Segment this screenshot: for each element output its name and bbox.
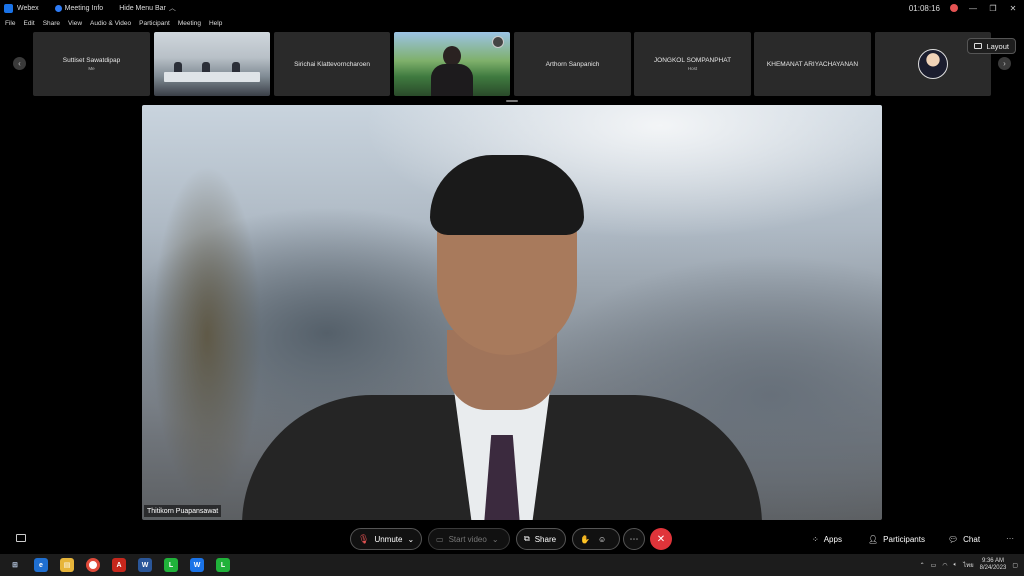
participants-button[interactable]: 👤︎ Participants bbox=[868, 528, 925, 550]
mic-muted-icon: 🎙︎ bbox=[358, 533, 370, 544]
clock-time: 9:36 AM bbox=[981, 558, 1004, 564]
network-icon[interactable]: ▭ bbox=[931, 562, 937, 569]
participant-tile[interactable]: Arthorn Sanpanich bbox=[514, 32, 631, 96]
participant-tile[interactable]: JONGKOL SOMPANPHAT Host bbox=[634, 32, 751, 96]
notification-icon[interactable]: ▢ bbox=[1012, 562, 1018, 569]
meeting-controls: 🎙︎ Unmute ⌄ ▭ Start video ⌄ ⧉ Share ✋ ☺ … bbox=[0, 526, 1024, 554]
webex-logo-icon bbox=[4, 3, 13, 13]
clock[interactable]: 9:36 AM 8/24/2023 bbox=[980, 558, 1007, 572]
participant-tile[interactable]: KHEMANAT ARIYACHAYANAN bbox=[754, 32, 871, 96]
layout-label: Layout bbox=[986, 41, 1009, 51]
raise-hand-icon[interactable]: ✋ bbox=[580, 535, 590, 544]
title-bar: Webex Meeting Info Hide Menu Bar ︿ 01:08… bbox=[0, 0, 1024, 16]
participant-name: KHEMANAT ARIYACHAYANAN bbox=[766, 60, 859, 68]
start-video-label: Start video bbox=[448, 534, 487, 544]
info-icon bbox=[54, 4, 62, 12]
menu-edit[interactable]: Edit bbox=[23, 20, 34, 27]
panel-options-icon[interactable]: ⋯ bbox=[1006, 534, 1014, 543]
participant-video-tile[interactable] bbox=[154, 32, 270, 96]
menu-meeting[interactable]: Meeting bbox=[178, 20, 201, 27]
strip-prev-button[interactable]: ‹ bbox=[13, 57, 26, 70]
webex-taskbar-icon[interactable]: W bbox=[190, 558, 204, 572]
video-person bbox=[427, 46, 477, 96]
hide-menu-bar-button[interactable]: Hide Menu Bar ︿ bbox=[119, 3, 176, 13]
meeting-info-label: Meeting Info bbox=[64, 4, 104, 12]
chevron-up-icon[interactable]: ⌃ bbox=[920, 562, 925, 569]
participant-name: JONGKOL SOMPANPHAT bbox=[653, 57, 732, 64]
chat-button[interactable]: 💬︎ Chat bbox=[948, 528, 980, 550]
avatar bbox=[918, 49, 948, 79]
speaker-figure bbox=[222, 145, 782, 520]
start-video-button[interactable]: ▭ Start video ⌄ bbox=[428, 528, 510, 550]
participant-role: Host bbox=[687, 66, 698, 71]
menu-bar: File Edit Share View Audio & Video Parti… bbox=[0, 16, 1024, 30]
word-icon[interactable]: W bbox=[138, 558, 152, 572]
participants-label: Participants bbox=[883, 534, 925, 544]
meeting-timer: 01:08:16 bbox=[908, 3, 940, 13]
active-speaker-video: Thitikorn Puapansawat bbox=[142, 105, 882, 520]
participants-icon: 👤︎ bbox=[868, 534, 879, 544]
app-name: Webex bbox=[17, 4, 39, 12]
leave-meeting-button[interactable]: ✕ bbox=[650, 528, 672, 550]
system-tray: ⌃ ▭ ◠ 🔈︎ ไทย 9:36 AM 8/24/2023 ▢ bbox=[920, 554, 1018, 576]
unmute-label: Unmute bbox=[374, 534, 403, 544]
menu-view[interactable]: View bbox=[68, 20, 82, 27]
chrome-icon[interactable] bbox=[86, 558, 100, 572]
video-table bbox=[164, 72, 260, 82]
strip-resize-handle[interactable] bbox=[506, 100, 518, 102]
os-taskbar: ⊞ e ▤ A W L W L ⌃ ▭ ◠ 🔈︎ ไทย 9:36 AM 8/2… bbox=[0, 554, 1024, 576]
menu-help[interactable]: Help bbox=[209, 20, 222, 27]
line-icon[interactable]: L bbox=[164, 558, 178, 572]
chevron-up-icon: ︿ bbox=[168, 5, 176, 12]
language-indicator[interactable]: ไทย bbox=[963, 560, 974, 570]
participant-tile[interactable]: Sirichai Klattevorncharoen bbox=[274, 32, 390, 96]
recording-icon bbox=[950, 4, 958, 12]
line-icon[interactable]: L bbox=[216, 558, 230, 572]
minimize-icon[interactable]: — bbox=[968, 4, 978, 13]
speaker-name-label: Thitikorn Puapansawat bbox=[144, 505, 222, 517]
share-button[interactable]: ⧉ Share bbox=[516, 528, 566, 550]
participant-video-tile[interactable] bbox=[394, 32, 510, 96]
chevron-down-icon[interactable]: ⌄ bbox=[492, 535, 499, 544]
participant-role: Me bbox=[88, 66, 95, 71]
volume-icon[interactable]: 🔈︎ bbox=[954, 562, 958, 569]
video-off-icon: ▭ bbox=[436, 534, 444, 544]
chevron-down-icon[interactable]: ⌄ bbox=[407, 535, 414, 544]
captions-icon[interactable] bbox=[16, 534, 26, 542]
share-label: Share bbox=[534, 534, 557, 544]
menu-audio-video[interactable]: Audio & Video bbox=[90, 20, 131, 27]
edge-icon[interactable]: e bbox=[34, 558, 48, 572]
file-explorer-icon[interactable]: ▤ bbox=[60, 558, 74, 572]
participant-tile[interactable]: Suttiset Sawatdipap Me bbox=[33, 32, 150, 96]
apps-button[interactable]: ⁘ Apps bbox=[812, 528, 842, 550]
menu-participant[interactable]: Participant bbox=[139, 20, 170, 27]
more-options-button[interactable]: ⋯ bbox=[623, 528, 645, 550]
hide-menu-bar-label: Hide Menu Bar bbox=[119, 4, 166, 12]
apps-label: Apps bbox=[823, 534, 842, 544]
windows-start-icon[interactable]: ⊞ bbox=[8, 558, 22, 572]
participant-name: Arthorn Sanpanich bbox=[545, 60, 600, 68]
participant-name: Sirichai Klattevorncharoen bbox=[294, 60, 370, 68]
unmute-button[interactable]: 🎙︎ Unmute ⌄ bbox=[350, 528, 422, 550]
reactions-group: ✋ ☺ bbox=[572, 528, 620, 550]
layout-button[interactable]: Layout bbox=[967, 38, 1016, 54]
close-icon[interactable]: ✕ bbox=[1008, 4, 1018, 13]
layout-icon bbox=[974, 43, 983, 49]
chat-icon: 💬︎ bbox=[948, 534, 959, 544]
participant-strip: ‹ Suttiset Sawatdipap Me Sirichai Klatte… bbox=[0, 31, 1024, 97]
reactions-icon[interactable]: ☺ bbox=[598, 535, 606, 544]
chat-label: Chat bbox=[963, 534, 981, 544]
apps-icon: ⁘ bbox=[812, 534, 819, 544]
wifi-icon[interactable]: ◠ bbox=[942, 562, 947, 569]
acrobat-icon[interactable]: A bbox=[112, 558, 126, 572]
meeting-info-button[interactable]: Meeting Info bbox=[54, 4, 104, 12]
pin-icon bbox=[492, 36, 504, 48]
clock-date: 8/24/2023 bbox=[979, 565, 1007, 571]
restore-icon[interactable]: ❐ bbox=[988, 4, 998, 13]
menu-file[interactable]: File bbox=[5, 20, 15, 27]
share-icon: ⧉ bbox=[524, 534, 530, 543]
strip-next-button[interactable]: › bbox=[998, 57, 1011, 70]
menu-share[interactable]: Share bbox=[43, 20, 60, 27]
participant-name: Suttiset Sawatdipap bbox=[62, 57, 121, 64]
